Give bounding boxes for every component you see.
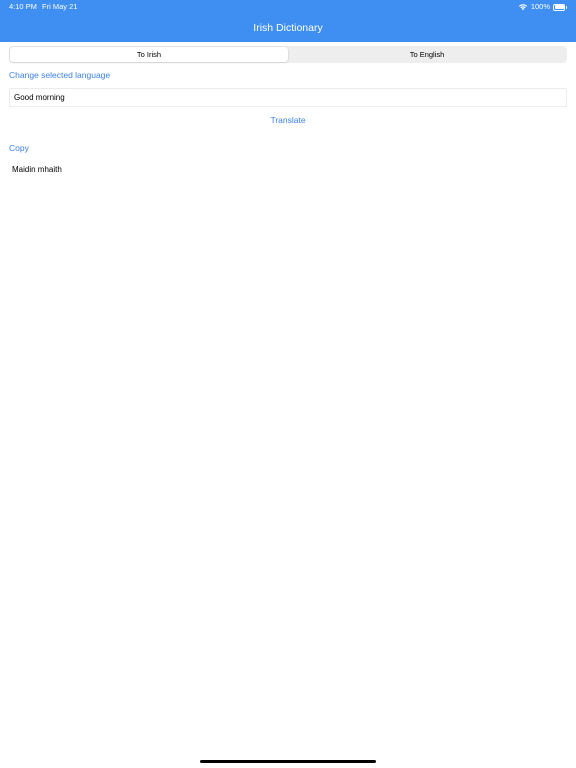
app-screen: 4:10 PM Fri May 21 100% Irish Dictionary… <box>0 0 576 768</box>
copy-button[interactable]: Copy <box>9 143 29 153</box>
segment-to-english[interactable]: To English <box>288 47 566 62</box>
battery-percentage: 100% <box>530 2 550 11</box>
battery-icon <box>553 3 567 11</box>
status-time: 4:10 PM <box>9 2 37 11</box>
segment-to-irish[interactable]: To Irish <box>10 47 288 62</box>
page-title: Irish Dictionary <box>253 22 323 34</box>
change-language-link[interactable]: Change selected language <box>9 70 110 80</box>
translate-button[interactable]: Translate <box>0 115 576 125</box>
status-bar: 4:10 PM Fri May 21 100% <box>0 0 576 14</box>
header: 4:10 PM Fri May 21 100% Irish Dictionary <box>0 0 576 42</box>
translation-input[interactable]: Good morning <box>9 88 567 107</box>
status-right: 100% <box>518 0 567 14</box>
translation-result: Maidin mhaith <box>12 165 62 174</box>
home-indicator[interactable] <box>200 760 376 763</box>
direction-segmented-control[interactable]: To Irish To English <box>9 46 567 63</box>
status-date: Fri May 21 <box>42 2 78 11</box>
wifi-icon <box>518 4 527 11</box>
